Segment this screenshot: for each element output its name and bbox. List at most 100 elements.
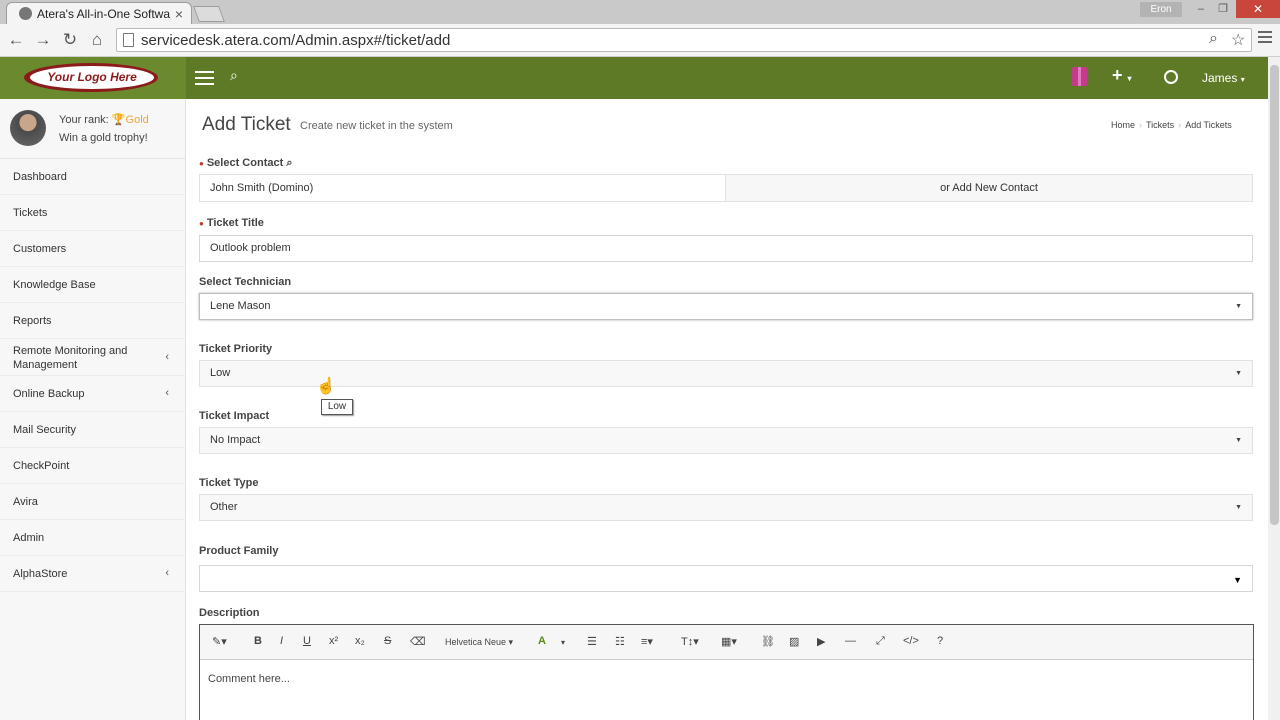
hand-cursor-icon: ☝ [316, 378, 336, 395]
search-icon[interactable]: ⌕ [286, 157, 292, 169]
sidebar-item-checkpoint[interactable]: CheckPoint [0, 448, 185, 484]
chevron-down-icon: ▼ [1233, 575, 1242, 585]
editor-placeholder: Comment here... [208, 673, 290, 685]
sidebar-item-mail-security[interactable]: Mail Security [0, 412, 185, 448]
globe-icon[interactable] [1164, 70, 1178, 84]
chevron-left-icon: ‹ [165, 387, 169, 399]
user-rank: Your rank: 🏆Gold [59, 113, 149, 126]
table-icon[interactable]: ▦▾ [721, 635, 737, 648]
text-color-icon[interactable]: A [538, 635, 546, 647]
zoom-search-icon[interactable]: ⌕ [1209, 30, 1218, 48]
menu-toggle-icon[interactable] [195, 71, 214, 89]
sidebar-item-rmm[interactable]: Remote Monitoring and Management ‹ [0, 339, 185, 376]
sidebar-item-reports[interactable]: Reports [0, 303, 185, 339]
superscript-icon[interactable]: x² [329, 635, 338, 647]
label-text: Select Contact [206, 157, 284, 169]
sidebar-item-avira[interactable]: Avira [0, 484, 185, 520]
fullscreen-icon[interactable]: ⤢ [876, 635, 885, 648]
technician-select[interactable]: Lene Mason ▼ [199, 293, 1253, 320]
ticket-title-input[interactable]: Outlook problem [199, 235, 1253, 262]
bold-icon[interactable]: B [254, 635, 262, 647]
tab-close-icon[interactable]: × [175, 6, 183, 22]
new-tab-button[interactable] [193, 6, 225, 22]
code-view-icon[interactable]: </> [903, 635, 919, 647]
contact-select[interactable]: John Smith (Domino) [199, 174, 726, 202]
user-menu[interactable]: James ▾ [1202, 71, 1245, 85]
impact-select[interactable]: No Impact ▼ [199, 427, 1253, 454]
page-title: Add Ticket [202, 114, 291, 135]
contact-label: ● Select Contact ⌕ [199, 157, 293, 170]
tab-title: Atera's All-in-One Softwa [37, 7, 171, 21]
product-family-select[interactable]: ▼ [199, 565, 1253, 592]
image-icon[interactable]: ▨ [789, 635, 799, 648]
browser-menu-icon[interactable] [1258, 31, 1272, 46]
add-menu-icon[interactable]: + ▾ [1112, 65, 1132, 86]
breadcrumb: Home › Tickets › Add Tickets [1111, 120, 1232, 130]
ticket-title-label: ● Ticket Title [199, 217, 264, 229]
browser-tab[interactable]: Atera's All-in-One Softwa × [6, 2, 192, 24]
chevron-down-icon[interactable]: ▾ [561, 638, 565, 647]
ordered-list-icon[interactable]: ☷ [615, 635, 625, 648]
unordered-list-icon[interactable]: ☰ [587, 635, 597, 648]
breadcrumb-tickets[interactable]: Tickets [1146, 120, 1174, 130]
sidebar-item-alphastore[interactable]: AlphaStore ‹ [0, 556, 185, 592]
chevron-down-icon: ▼ [1235, 370, 1242, 377]
help-icon[interactable]: ? [937, 635, 943, 647]
address-bar[interactable]: servicedesk.atera.com/Admin.aspx#/ticket… [116, 28, 1252, 52]
bookmark-star-icon[interactable]: ☆ [1231, 30, 1245, 50]
forward-icon[interactable]: → [32, 29, 54, 51]
avatar[interactable] [10, 110, 46, 146]
chevron-down-icon: ▼ [1235, 437, 1242, 444]
browser-tabbar: Atera's All-in-One Softwa × Eron – ❐ ✕ [0, 0, 1280, 24]
required-icon: ● [199, 159, 204, 168]
url-text[interactable]: servicedesk.atera.com/Admin.aspx#/ticket… [141, 32, 450, 49]
video-icon[interactable]: ▶ [817, 635, 825, 648]
reload-icon[interactable]: ↻ [59, 29, 81, 51]
maximize-icon[interactable]: ❐ [1212, 2, 1234, 17]
priority-select[interactable]: Low ▼ [199, 360, 1253, 387]
link-icon[interactable]: ⛓ [761, 635, 775, 648]
technician-value: Lene Mason [210, 300, 271, 312]
add-new-contact-button[interactable]: or Add New Contact [725, 174, 1253, 202]
strikethrough-icon[interactable]: S [384, 635, 391, 647]
sidebar-nav: Dashboard Tickets Customers Knowledge Ba… [0, 158, 185, 592]
chevron-left-icon: ‹ [165, 567, 169, 579]
sidebar-item-tickets[interactable]: Tickets [0, 195, 185, 231]
back-icon[interactable]: ← [5, 29, 27, 51]
breadcrumb-home[interactable]: Home [1111, 120, 1135, 130]
subscript-icon[interactable]: x₂ [355, 635, 365, 647]
type-select[interactable]: Other ▼ [199, 494, 1253, 521]
home-icon[interactable]: ⌂ [86, 29, 108, 51]
sidebar-item-label: Avira [13, 496, 38, 508]
logo-area[interactable]: Your Logo Here [0, 57, 186, 99]
sidebar-item-online-backup[interactable]: Online Backup ‹ [0, 376, 185, 412]
logo-text: Your Logo Here [30, 66, 154, 89]
line-height-icon[interactable]: T↕▾ [681, 635, 699, 648]
search-icon[interactable]: ⌕ [230, 67, 238, 84]
sidebar-item-label: Admin [13, 532, 45, 544]
eraser-icon[interactable]: ⌫ [410, 635, 426, 648]
sidebar-item-customers[interactable]: Customers [0, 231, 185, 267]
gift-icon[interactable] [1072, 67, 1087, 86]
sidebar-item-knowledge-base[interactable]: Knowledge Base [0, 267, 185, 303]
italic-icon[interactable]: I [280, 635, 283, 647]
priority-value: Low [210, 367, 231, 379]
trophy-text: Win a gold trophy! [59, 132, 148, 144]
window-user-badge: Eron [1140, 2, 1182, 17]
align-icon[interactable]: ≡▾ [641, 635, 653, 648]
product-family-label: Product Family [199, 545, 279, 557]
font-family-select[interactable]: Helvetica Neue ▾ [445, 637, 513, 648]
sidebar-item-admin[interactable]: Admin [0, 520, 185, 556]
underline-icon[interactable]: U [303, 635, 311, 647]
description-editor[interactable]: ✎▾ B I U x² x₂ S ⌫ Helvetica Neue ▾ A ▾ … [199, 624, 1254, 720]
horizontal-rule-icon[interactable]: — [845, 635, 856, 647]
sidebar-item-label: Customers [13, 243, 67, 255]
sidebar-item-dashboard[interactable]: Dashboard [0, 159, 185, 195]
scrollbar-thumb[interactable] [1270, 65, 1279, 525]
style-icon[interactable]: ✎▾ [212, 635, 227, 648]
minimize-icon[interactable]: – [1190, 2, 1212, 17]
technician-label: Select Technician [199, 276, 292, 288]
sidebar-item-label: Knowledge Base [13, 279, 96, 291]
window-close-icon[interactable]: ✕ [1236, 0, 1280, 18]
page-scrollbar[interactable] [1268, 57, 1280, 720]
